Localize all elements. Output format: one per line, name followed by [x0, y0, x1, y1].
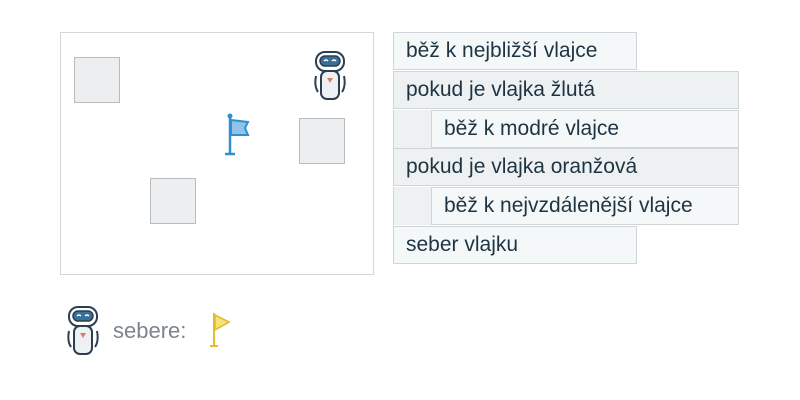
grid-tile[interactable]: [299, 118, 345, 164]
condition-block[interactable]: pokud je vlajka oranžová: [393, 148, 739, 186]
blue-flag-icon[interactable]: [222, 113, 252, 159]
grid-tile[interactable]: [150, 178, 196, 224]
robot-icon[interactable]: [313, 49, 347, 103]
condition-block[interactable]: pokud je vlajka žlutá: [393, 71, 739, 109]
command-block[interactable]: běž k nejvzdálenější vlajce: [431, 187, 739, 225]
yellow-flag-icon: [210, 313, 231, 347]
robot-icon: [67, 306, 99, 355]
result-label: sebere:: [113, 318, 187, 343]
block-indent: [393, 187, 431, 225]
command-block[interactable]: běž k modré vlajce: [431, 110, 739, 148]
grid-tile[interactable]: [74, 57, 120, 103]
block-indent: [393, 110, 431, 148]
command-block[interactable]: běž k nejbližší vlajce: [393, 32, 637, 70]
game-board: [60, 32, 374, 275]
command-block[interactable]: seber vlajku: [393, 226, 637, 264]
